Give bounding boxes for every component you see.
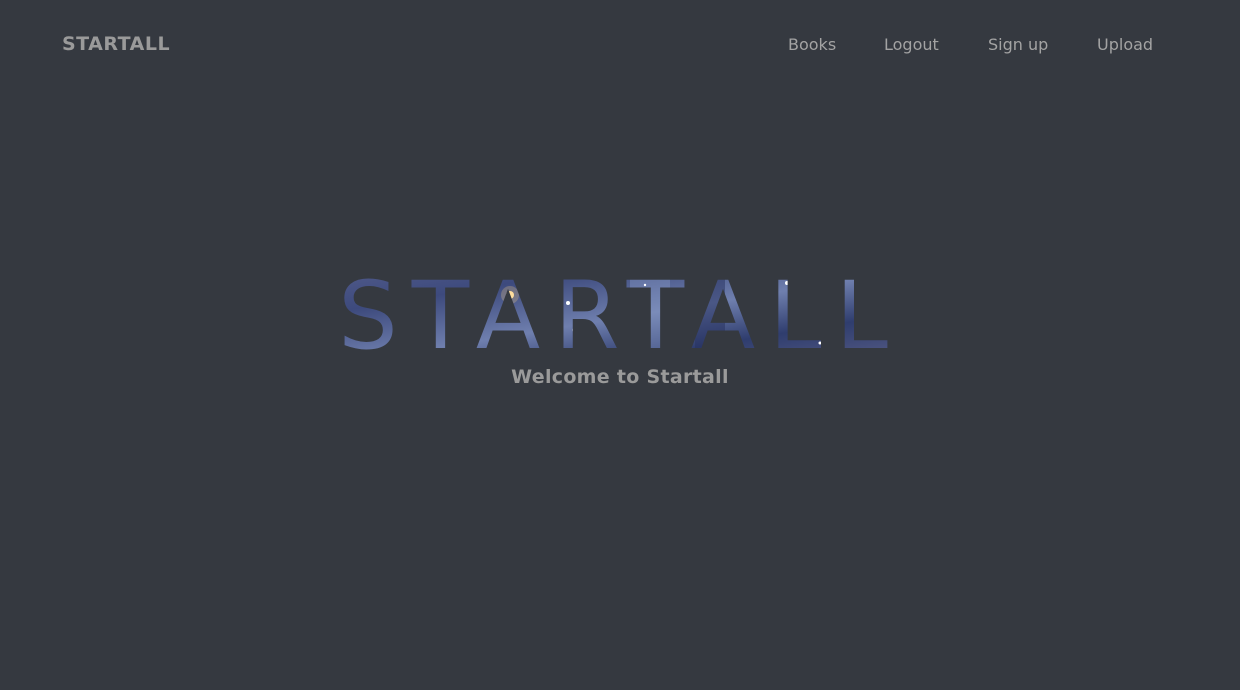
hero-title-graphic: STARTALL — [338, 262, 902, 360]
nav-link-logout[interactable]: Logout — [884, 35, 939, 54]
hero-title: STARTALL — [338, 262, 902, 360]
hero-subtitle: Welcome to Startall — [511, 366, 729, 388]
hero-section: STARTALL Welcome to Startall — [0, 255, 1240, 405]
nav-link-sign-up[interactable]: Sign up — [988, 35, 1048, 54]
navbar: STARTALL Books Logout Sign up Upload — [0, 0, 1240, 90]
nav-link-books[interactable]: Books — [788, 35, 836, 54]
nav-link-upload[interactable]: Upload — [1097, 35, 1153, 54]
nav-links: Books Logout Sign up Upload — [0, 35, 1240, 59]
